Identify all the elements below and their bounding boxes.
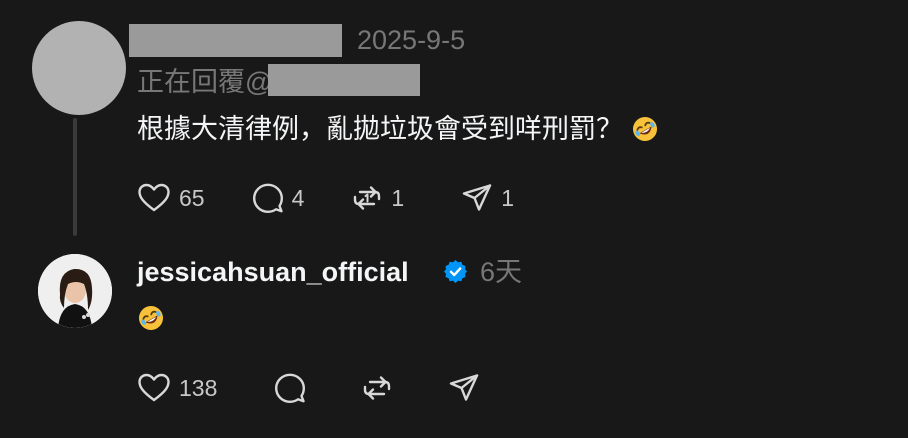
comment-text: 根據大清律例，亂拋垃圾會受到咩刑罰？	[137, 114, 623, 144]
redacted-reply-handle	[268, 64, 420, 96]
share-button[interactable]: 1	[461, 182, 514, 214]
avatar[interactable]	[32, 21, 126, 115]
reply-button[interactable]	[274, 372, 306, 404]
rolling-on-floor-laughing-emoji	[139, 306, 163, 330]
thread-connector-line	[73, 118, 77, 236]
share-count: 1	[501, 185, 514, 211]
jessicahsuan-avatar[interactable]	[38, 254, 112, 328]
speech-bubble-icon	[252, 183, 283, 213]
heart-icon	[138, 373, 170, 402]
send-icon	[450, 374, 479, 401]
reply-time: 6天	[480, 257, 523, 287]
repost-count: 1	[391, 185, 405, 211]
redacted-username	[129, 24, 342, 57]
share-button[interactable]	[448, 372, 480, 404]
send-icon	[462, 184, 492, 211]
profile-photo	[38, 254, 112, 328]
comment-actions: 65 4 1 1	[137, 182, 514, 214]
comment-date: 2025-9-5	[357, 25, 466, 55]
repost-button[interactable]: 1	[351, 182, 404, 214]
comment-body: 根據大清律例，亂拋垃圾會受到咩刑罰？	[137, 111, 659, 147]
repost-button[interactable]	[361, 372, 393, 404]
like-count: 65	[179, 185, 205, 211]
reply-button[interactable]: 4	[252, 182, 305, 214]
threads-comment-view: 2025-9-5 正在回覆@ 根據大清律例，亂拋垃圾會受到咩刑罰？ 65 4 1…	[0, 0, 908, 438]
rolling-on-floor-laughing-emoji	[632, 117, 657, 141]
speech-bubble-icon	[275, 373, 306, 403]
like-count: 138	[179, 375, 218, 401]
reply-actions: 138	[137, 372, 480, 404]
reply-count: 4	[291, 185, 305, 211]
replying-to-label: 正在回覆@	[137, 67, 273, 97]
like-button[interactable]: 65	[137, 182, 205, 214]
repost-icon	[364, 376, 391, 400]
like-button[interactable]: 138	[137, 372, 217, 404]
repost-icon	[354, 186, 381, 210]
heart-icon	[138, 183, 170, 212]
verified-badge-icon	[444, 260, 467, 283]
reply-username[interactable]: jessicahsuan_official	[137, 255, 409, 289]
